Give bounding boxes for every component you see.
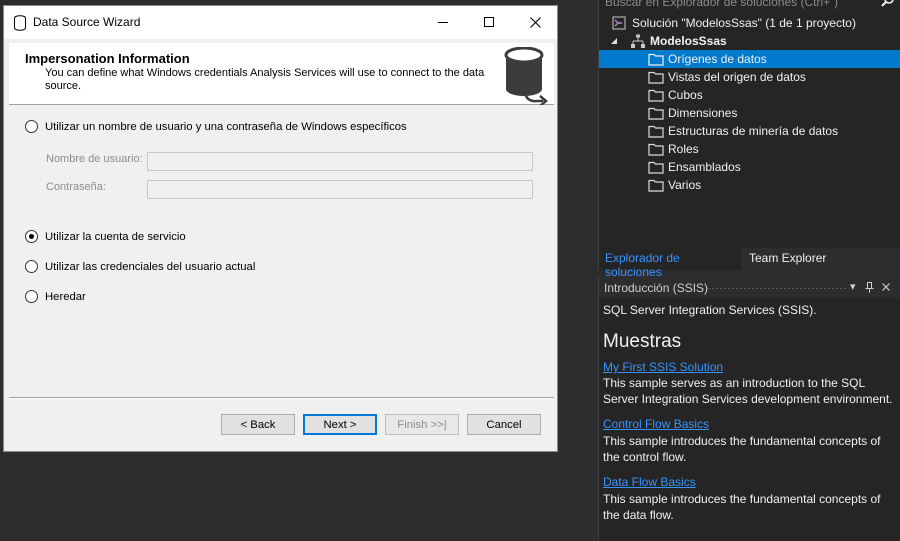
pin-icon[interactable] — [865, 282, 874, 293]
cancel-button[interactable]: Cancel — [467, 414, 541, 435]
tree-item-data-sources[interactable]: Orígenes de datos — [599, 50, 900, 68]
username-field[interactable] — [147, 152, 533, 171]
tree-item-label: Orígenes de datos — [668, 52, 767, 66]
maximize-icon — [484, 17, 494, 27]
footer-separator — [9, 397, 554, 399]
wizard-header: Impersonation Information You can define… — [9, 43, 554, 105]
option-current-user-credentials[interactable]: Utilizar las credenciales del usuario ac… — [25, 260, 255, 273]
tree-item-cubes[interactable]: Cubos — [599, 86, 900, 104]
search-placeholder: Buscar en Explorador de soluciones (Ctrl… — [605, 0, 839, 9]
back-button[interactable]: < Back — [221, 414, 295, 435]
tree-item-label: Cubos — [668, 88, 703, 102]
tree-item-label: Varios — [668, 178, 702, 192]
page-description: You can define what Windows credentials … — [45, 67, 485, 92]
sample-link-data-flow-basics[interactable]: Data Flow Basics — [603, 475, 696, 489]
folder-icon — [648, 179, 664, 192]
close-icon — [529, 16, 541, 28]
folder-icon — [648, 89, 664, 102]
search-input[interactable]: Buscar en Explorador de soluciones (Ctrl… — [599, 0, 900, 11]
database-icon — [14, 15, 26, 31]
project-node[interactable]: ModelosSsas — [599, 32, 900, 50]
solution-label: Solución "ModelosSsas" (1 de 1 proyecto) — [632, 16, 856, 30]
sample-description: This sample serves as an introduction to… — [603, 376, 893, 406]
option-service-account[interactable]: Utilizar la cuenta de servicio — [25, 230, 186, 243]
panel-title-bar: Introducción (SSIS) ▾ — [599, 277, 900, 298]
tree-item-label: Ensamblados — [668, 160, 741, 174]
window-title: Data Source Wizard — [33, 15, 141, 29]
radio-button[interactable] — [25, 290, 38, 303]
solution-explorer-tabs: Explorador de soluciones Team Explorer — [599, 248, 900, 279]
tree-item-miscellaneous[interactable]: Varios — [599, 176, 900, 194]
folder-icon — [648, 107, 664, 120]
password-field[interactable] — [147, 180, 533, 199]
panel-subtitle: SQL Server Integration Services (SSIS). — [603, 303, 817, 317]
minimize-button[interactable] — [420, 6, 466, 38]
sample-description: This sample introduces the fundamental c… — [603, 492, 881, 522]
solution-node[interactable]: Solución "ModelosSsas" (1 de 1 proyecto) — [599, 14, 900, 32]
samples-heading: Muestras — [603, 331, 682, 352]
option-label: Heredar — [45, 290, 86, 303]
option-inherit[interactable]: Heredar — [25, 290, 86, 303]
radio-button[interactable] — [25, 120, 38, 133]
sample-description: This sample introduces the fundamental c… — [603, 434, 881, 464]
solution-icon — [612, 16, 626, 30]
project-label: ModelosSsas — [650, 34, 727, 48]
tab-solution-explorer[interactable]: Explorador de soluciones — [599, 248, 741, 279]
option-label: Utilizar las credenciales del usuario ac… — [45, 260, 256, 273]
data-source-wizard-dialog: Data Source Wizard Impersonation Informa… — [3, 5, 558, 452]
folder-icon — [648, 53, 664, 66]
option-label: Utilizar la cuenta de servicio — [45, 230, 186, 243]
tab-team-explorer[interactable]: Team Explorer — [743, 248, 832, 270]
panel-dropdown-button[interactable]: ▾ — [850, 280, 856, 293]
folder-icon — [648, 125, 664, 138]
tree-item-mining-structures[interactable]: Estructuras de minería de datos — [599, 122, 900, 140]
option-specific-windows-credentials[interactable]: Utilizar un nombre de usuario y una cont… — [25, 120, 407, 133]
tree-item-data-source-views[interactable]: Vistas del origen de datos — [599, 68, 900, 86]
introduction-panel: Introducción (SSIS) ▾ SQL Server Integra… — [598, 277, 900, 541]
close-button[interactable] — [512, 6, 558, 38]
minimize-icon — [438, 21, 448, 23]
title-bar[interactable]: Data Source Wizard — [4, 6, 557, 39]
database-icon — [504, 47, 548, 105]
tree-item-assemblies[interactable]: Ensamblados — [599, 158, 900, 176]
finish-button[interactable]: Finish >>| — [385, 414, 459, 435]
sample-link-control-flow-basics[interactable]: Control Flow Basics — [603, 417, 709, 431]
close-icon[interactable] — [882, 283, 890, 291]
solution-explorer-panel: Buscar en Explorador de soluciones (Ctrl… — [598, 0, 900, 279]
project-icon — [631, 34, 645, 48]
page-title: Impersonation Information — [25, 51, 190, 66]
sample-link-first-ssis-solution[interactable]: My First SSIS Solution — [603, 360, 723, 374]
tree-item-label: Roles — [668, 142, 699, 156]
folder-icon — [648, 161, 664, 174]
panel-title: Introducción (SSIS) — [604, 281, 709, 295]
chevron-down-icon[interactable] — [610, 37, 618, 45]
option-label: Utilizar un nombre de usuario y una cont… — [45, 120, 407, 133]
search-icon[interactable] — [881, 0, 895, 8]
next-button[interactable]: Next > — [303, 414, 377, 435]
grip-dots — [707, 287, 847, 290]
tree-item-label: Estructuras de minería de datos — [668, 124, 839, 138]
radio-button[interactable] — [25, 260, 38, 273]
folder-icon — [648, 143, 664, 156]
password-label: Contraseña: — [46, 181, 106, 193]
tree-item-label: Dimensiones — [668, 106, 738, 120]
maximize-button[interactable] — [466, 6, 512, 38]
tree-item-roles[interactable]: Roles — [599, 140, 900, 158]
username-label: Nombre de usuario: — [46, 153, 143, 165]
radio-button[interactable] — [25, 230, 38, 243]
folder-icon — [648, 71, 664, 84]
tree-item-dimensions[interactable]: Dimensiones — [599, 104, 900, 122]
tree-item-label: Vistas del origen de datos — [668, 70, 806, 84]
